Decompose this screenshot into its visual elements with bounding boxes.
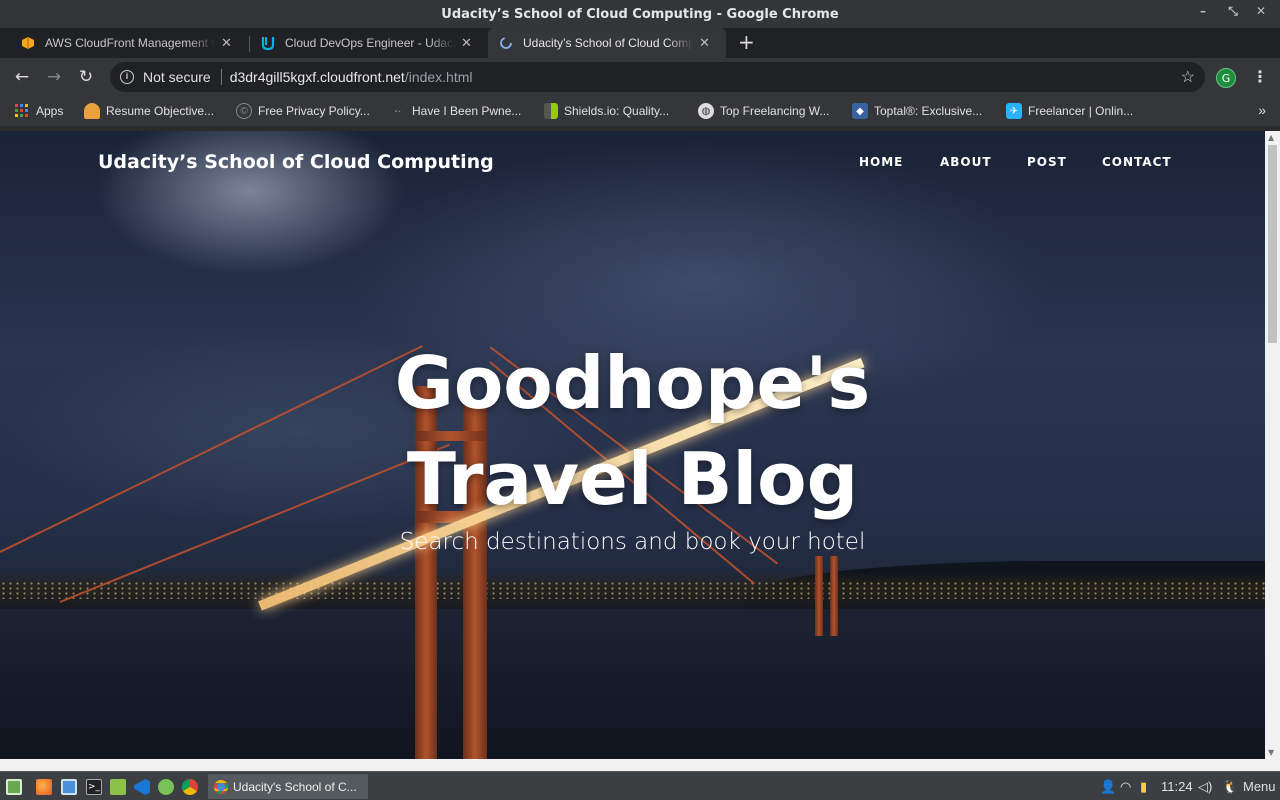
- android-studio-icon[interactable]: [158, 779, 174, 795]
- tab-title: Udacity’s School of Cloud Computing: [523, 36, 693, 50]
- minimize-icon[interactable]: –: [1194, 4, 1212, 18]
- reload-button[interactable]: ↻: [76, 67, 96, 87]
- freelancer-icon: ✈: [1006, 103, 1022, 119]
- info-icon[interactable]: i: [120, 70, 134, 84]
- tab-title: AWS CloudFront Management Console: [45, 36, 215, 50]
- bookmark-shields[interactable]: Shields.io: Quality...: [544, 103, 669, 119]
- bookmark-freelancer[interactable]: ✈ Freelancer | Onlin...: [1006, 103, 1133, 119]
- privacy-icon: ©: [236, 103, 252, 119]
- tab-udacity-devops[interactable]: Cloud DevOps Engineer - Udacity ✕: [250, 28, 488, 58]
- settings-icon[interactable]: [61, 779, 77, 795]
- bookmark-label: Shields.io: Quality...: [564, 104, 670, 118]
- bookmark-pwned[interactable]: -· Have I Been Pwne...: [390, 103, 522, 119]
- bookmark-resume[interactable]: Resume Objective...: [84, 103, 214, 119]
- address-bar[interactable]: i Not secure d3dr4gill5kgxf.cloudfront.n…: [110, 62, 1205, 92]
- close-icon[interactable]: ✕: [1252, 4, 1270, 18]
- window-title: Udacity’s School of Cloud Computing - Go…: [441, 6, 839, 22]
- pwned-icon: -·: [394, 105, 402, 117]
- bookmark-label: Resume Objective...: [106, 104, 215, 118]
- tab-cloud-computing[interactable]: Udacity’s School of Cloud Computing ✕: [488, 28, 726, 58]
- horizontal-scrollbar[interactable]: [0, 759, 1280, 771]
- hero-title-line2: Travel Blog: [406, 437, 859, 521]
- firefox-icon[interactable]: [36, 779, 52, 795]
- bookmark-label: Free Privacy Policy...: [258, 104, 370, 118]
- aws-icon: [20, 35, 36, 51]
- tab-title: Cloud DevOps Engineer - Udacity: [285, 36, 455, 50]
- tab-strip: AWS CloudFront Management Console ✕ Clou…: [0, 28, 1280, 58]
- resume-icon: [84, 103, 100, 119]
- apps-grid-icon: [14, 103, 30, 119]
- taskbar-window-label: Udacity's School of C...: [233, 779, 357, 794]
- bookmark-label: Freelancer | Onlin...: [1028, 104, 1134, 118]
- scroll-down-icon[interactable]: ▼: [1268, 748, 1274, 757]
- tux-icon: 🐧: [1222, 779, 1239, 794]
- os-taskbar: >_ Udacity's School of C... 👤 ◠ ▮ 11:24 …: [0, 771, 1280, 800]
- new-tab-button[interactable]: +: [738, 30, 755, 54]
- nav-contact[interactable]: CONTACT: [1102, 155, 1172, 169]
- bookmark-apps[interactable]: Apps: [14, 103, 63, 119]
- bookmark-label: Have I Been Pwne...: [412, 104, 522, 118]
- show-desktop-icon[interactable]: [6, 779, 22, 795]
- loading-icon: [498, 35, 514, 51]
- bookmarks-overflow-icon[interactable]: »: [1258, 102, 1266, 118]
- browser-toolbar: ← → ↻ i Not secure d3dr4gill5kgxf.cloudf…: [0, 58, 1280, 96]
- url-path: /index.html: [404, 69, 473, 85]
- chrome-icon: [214, 779, 228, 794]
- menu-kebab-icon[interactable]: ⋮: [1252, 67, 1268, 86]
- nav-about[interactable]: ABOUT: [940, 155, 992, 169]
- hero-title-line1: Goodhope's: [394, 341, 871, 425]
- volume-icon[interactable]: ◁): [1198, 779, 1212, 795]
- close-tab-icon[interactable]: ✕: [699, 35, 710, 51]
- tab-aws-cloudfront[interactable]: AWS CloudFront Management Console ✕: [10, 28, 248, 58]
- bookmark-label: Toptal®: Exclusive...: [874, 104, 983, 118]
- bookmark-freelancing[interactable]: ◍ Top Freelancing W...: [698, 103, 829, 119]
- page-viewport: Udacity’s School of Cloud Computing HOME…: [0, 131, 1265, 759]
- bookmark-privacy[interactable]: © Free Privacy Policy...: [236, 103, 370, 119]
- taskbar-window-chrome[interactable]: Udacity's School of C...: [208, 774, 368, 799]
- bookmark-star-icon[interactable]: ☆: [1181, 67, 1195, 87]
- menu-button[interactable]: Menu: [1243, 779, 1276, 794]
- page-scrollbar[interactable]: ▲ ▼: [1265, 131, 1280, 759]
- url-host: d3dr4gill5kgxf.cloudfront.net: [229, 69, 405, 85]
- close-tab-icon[interactable]: ✕: [461, 35, 472, 51]
- battery-icon[interactable]: ▮: [1140, 779, 1147, 795]
- bookmark-toptal[interactable]: ◆ Toptal®: Exclusive...: [852, 103, 982, 119]
- site-brand[interactable]: Udacity’s School of Cloud Computing: [98, 151, 494, 173]
- scrollbar-thumb[interactable]: [1268, 145, 1277, 343]
- clock[interactable]: 11:24: [1161, 779, 1193, 794]
- bookmark-label: Apps: [36, 104, 64, 118]
- nav-home[interactable]: HOME: [859, 155, 903, 169]
- files-icon[interactable]: [110, 779, 126, 795]
- hero-title: Goodhope's Travel Blog: [0, 335, 1265, 527]
- chrome-icon[interactable]: [182, 779, 198, 795]
- bookmark-label: Top Freelancing W...: [720, 104, 830, 118]
- forward-button[interactable]: →: [44, 67, 64, 87]
- terminal-icon[interactable]: >_: [86, 779, 102, 795]
- back-button[interactable]: ←: [12, 67, 32, 87]
- shields-icon: [544, 103, 558, 119]
- scroll-up-icon[interactable]: ▲: [1268, 133, 1274, 142]
- profile-avatar[interactable]: G: [1216, 68, 1236, 88]
- window-titlebar: Udacity’s School of Cloud Computing - Go…: [0, 0, 1280, 28]
- nav-post[interactable]: POST: [1027, 155, 1067, 169]
- close-tab-icon[interactable]: ✕: [221, 35, 232, 51]
- wifi-icon[interactable]: ◠: [1120, 779, 1131, 795]
- restore-icon[interactable]: ⤡: [1224, 4, 1242, 19]
- udacity-icon: [260, 35, 276, 51]
- hero-subtitle: Search destinations and book your hotel: [399, 529, 866, 555]
- vscode-icon[interactable]: [134, 779, 150, 795]
- toptal-icon: ◆: [852, 103, 868, 119]
- security-label: Not secure: [143, 69, 211, 85]
- bookmarks-bar: Apps Resume Objective... © Free Privacy …: [0, 96, 1280, 126]
- globe-icon: ◍: [698, 103, 714, 119]
- user-icon[interactable]: 👤: [1100, 779, 1116, 795]
